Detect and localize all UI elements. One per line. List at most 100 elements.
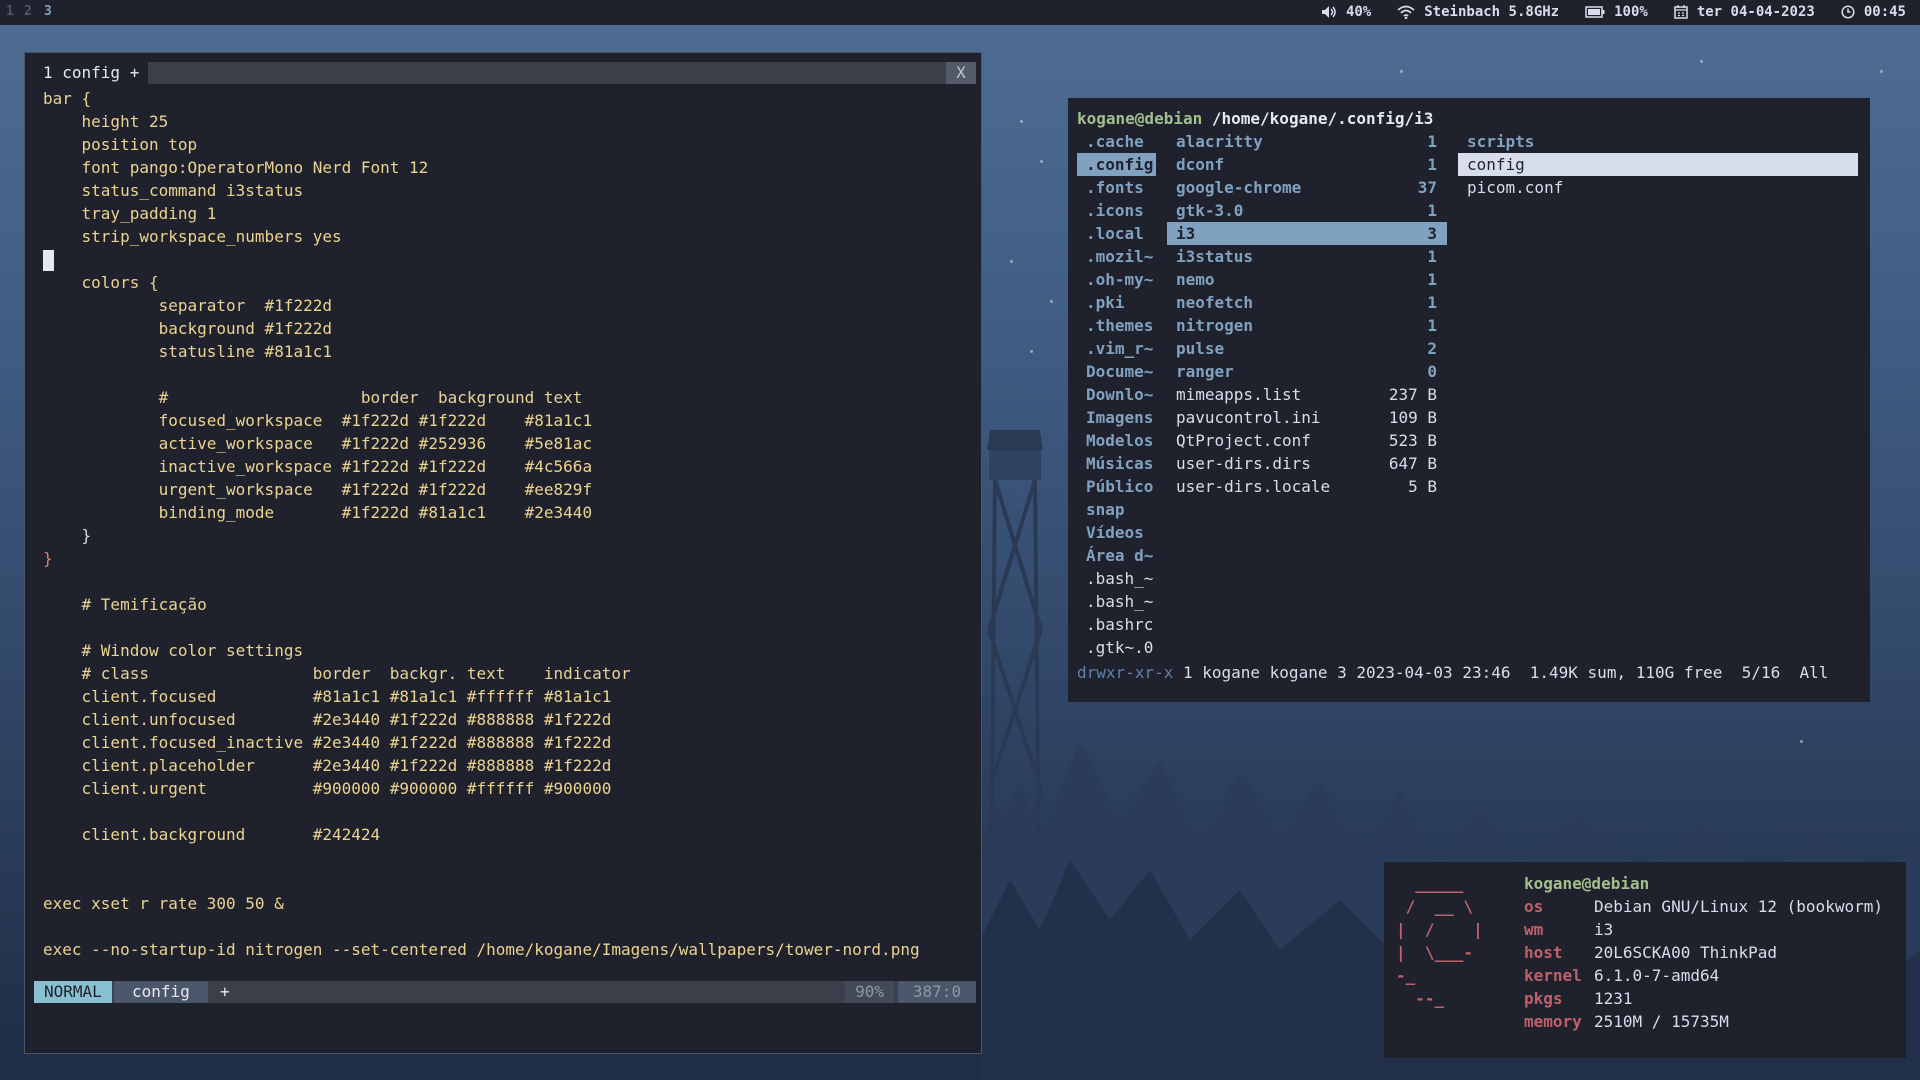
current-dir-item[interactable]: nemo 1 [1167, 268, 1447, 291]
code-buffer[interactable]: bar { height 25 position top font pango:… [43, 87, 920, 961]
clock-block[interactable]: 00:45 [1841, 4, 1906, 20]
close-tab-button[interactable]: X [946, 62, 976, 84]
neofetch-label: wm [1524, 920, 1544, 939]
code-line: strip_workspace_numbers yes [43, 225, 920, 248]
current-dir-item[interactable]: user-dirs.dirs 647 B [1167, 452, 1447, 475]
scroll-percent: 90% [845, 981, 894, 1003]
status-blocks: 40% Steinbach 5.8GHz 100% ter 04-04-2023… [1321, 4, 1906, 20]
code-text: client.urgent #900000 #900000 #ffffff #9… [81, 779, 612, 798]
parent-dir-item[interactable]: .config [1077, 153, 1156, 176]
parent-dir-item[interactable]: Vídeos [1077, 521, 1156, 544]
preview-item[interactable]: scripts [1458, 130, 1858, 153]
code-line: exec --no-startup-id nitrogen --set-cent… [43, 938, 920, 961]
code-text: # class border backgr. text indicator [81, 664, 631, 683]
code-line [43, 248, 920, 271]
current-dir-item[interactable]: google-chrome 37 [1167, 176, 1447, 199]
parent-dir-item[interactable]: .oh-my~ [1077, 268, 1156, 291]
preview-column[interactable]: scripts config picom.conf [1458, 130, 1858, 199]
code-line: font pango:OperatorMono Nerd Font 12 [43, 156, 920, 179]
code-text: status_command i3status [81, 181, 304, 200]
parent-dir-item[interactable]: Público [1077, 475, 1156, 498]
parent-dir-item[interactable]: .bash_~ [1077, 590, 1156, 613]
neofetch-terminal-window[interactable]: _____ / __ \ | / | | \___- -_ --_ kogane… [1384, 862, 1906, 1058]
parent-dir-item[interactable]: Downlo~ [1077, 383, 1156, 406]
item-name: i3 [1176, 224, 1196, 243]
current-dir-item[interactable]: nitrogen 1 [1167, 314, 1447, 337]
parent-dir-item[interactable]: .vim_r~ [1077, 337, 1156, 360]
battery-block[interactable]: 100% [1585, 4, 1648, 20]
parent-dir-item[interactable]: .themes [1077, 314, 1156, 337]
vim-editor-window[interactable]: 1 config + X bar { height 25 position to… [24, 52, 982, 1054]
parent-dir-item[interactable]: .mozil~ [1077, 245, 1156, 268]
preview-item[interactable]: config [1458, 153, 1858, 176]
current-dir-item[interactable]: alacritty 1 [1167, 130, 1447, 153]
item-name: .mozil~ [1086, 247, 1154, 266]
code-line: client.background #242424 [43, 823, 920, 846]
code-line: active_workspace #1f222d #252936 #5e81ac [43, 432, 920, 455]
neofetch-label: host [1524, 943, 1563, 962]
code-line: colors { [43, 271, 920, 294]
volume-block[interactable]: 40% [1321, 4, 1371, 20]
current-dir-item[interactable]: neofetch 1 [1167, 291, 1447, 314]
current-dir-item[interactable]: pulse 2 [1167, 337, 1447, 360]
preview-item[interactable]: picom.conf [1458, 176, 1858, 199]
current-dir-item[interactable]: mimeapps.list 237 B [1167, 383, 1447, 406]
item-name: .bash_~ [1086, 569, 1154, 588]
parent-dir-item[interactable]: .local [1077, 222, 1156, 245]
scroll-indicator: All [1799, 663, 1829, 682]
item-size: 1 [1427, 155, 1437, 174]
code-text: position top [81, 135, 198, 154]
wifi-block[interactable]: Steinbach 5.8GHz [1397, 4, 1559, 20]
code-text: client.unfocused #2e3440 #1f222d #888888… [81, 710, 612, 729]
file-details: 1 kogane kogane 3 2023-04-03 23:46 [1182, 663, 1511, 682]
parent-dir-item[interactable]: .icons [1077, 199, 1156, 222]
code-text: } [81, 526, 92, 545]
parent-dir-item[interactable]: Músicas [1077, 452, 1156, 475]
item-name: user-dirs.dirs [1176, 454, 1311, 473]
parent-dir-item[interactable]: snap [1077, 498, 1156, 521]
current-directory-column[interactable]: alacritty 1 dconf 1 google-chrome 37 gtk-3.0 1 i… [1167, 130, 1447, 498]
code-text: } [43, 549, 53, 568]
parent-directory-column[interactable]: .cache .config .fonts .icons .local .mozil~ .o… [1077, 130, 1156, 659]
current-dir-item[interactable]: gtk-3.0 1 [1167, 199, 1447, 222]
ranger-file-manager-window[interactable]: kogane@debian /home/kogane/.config/i3 .c… [1068, 98, 1870, 702]
workspace-2[interactable]: 2 [24, 4, 32, 19]
current-dir-item[interactable]: dconf 1 [1167, 153, 1447, 176]
mode-indicator: NORMAL [34, 981, 112, 1003]
current-dir-item[interactable]: i3 3 [1167, 222, 1447, 245]
parent-dir-item[interactable]: .pki [1077, 291, 1156, 314]
debian-ascii-logo: _____ / __ \ | / | | \___- -_ --_ [1396, 874, 1483, 1008]
date-block[interactable]: ter 04-04-2023 [1674, 4, 1815, 20]
current-dir-item[interactable]: QtProject.conf 523 B [1167, 429, 1447, 452]
wifi-value: Steinbach 5.8GHz [1424, 4, 1560, 20]
current-dir-item[interactable]: i3status 1 [1167, 245, 1447, 268]
wifi-icon [1397, 5, 1415, 19]
item-size: 1 [1427, 293, 1437, 312]
item-size: 37 [1417, 178, 1437, 197]
current-dir-item[interactable]: ranger 0 [1167, 360, 1447, 383]
current-dir-item[interactable]: pavucontrol.ini 109 B [1167, 406, 1447, 429]
parent-dir-item[interactable]: .bashrc [1077, 613, 1156, 636]
code-text: tray_padding 1 [81, 204, 217, 223]
neofetch-row: memory 2510M / 15735M [1524, 1010, 1729, 1033]
battery-value: 100% [1614, 4, 1648, 20]
parent-dir-item[interactable]: .fonts [1077, 176, 1156, 199]
item-size: 523 B [1388, 431, 1437, 450]
cursor-position: 387:0 [898, 981, 976, 1003]
parent-dir-item[interactable]: Imagens [1077, 406, 1156, 429]
parent-dir-item[interactable]: .cache [1077, 130, 1156, 153]
code-text: inactive_workspace #1f222d #1f222d #4c56… [158, 457, 593, 476]
parent-dir-item[interactable]: .gtk~.0 [1077, 636, 1156, 659]
code-line: client.placeholder #2e3440 #1f222d #8888… [43, 754, 920, 777]
workspace-1[interactable]: 1 [6, 4, 14, 19]
workspace-3[interactable]: 3 [44, 4, 52, 19]
parent-dir-item[interactable]: Área d~ [1077, 544, 1156, 567]
item-name: .pki [1086, 293, 1125, 312]
parent-dir-item[interactable]: Modelos [1077, 429, 1156, 452]
parent-dir-item[interactable]: .bash_~ [1077, 567, 1156, 590]
current-dir-item[interactable]: user-dirs.locale 5 B [1167, 475, 1447, 498]
tab-config[interactable]: 1 config + [34, 62, 149, 84]
current-path-leaf: i3 [1414, 109, 1434, 128]
parent-dir-item[interactable]: Docume~ [1077, 360, 1156, 383]
